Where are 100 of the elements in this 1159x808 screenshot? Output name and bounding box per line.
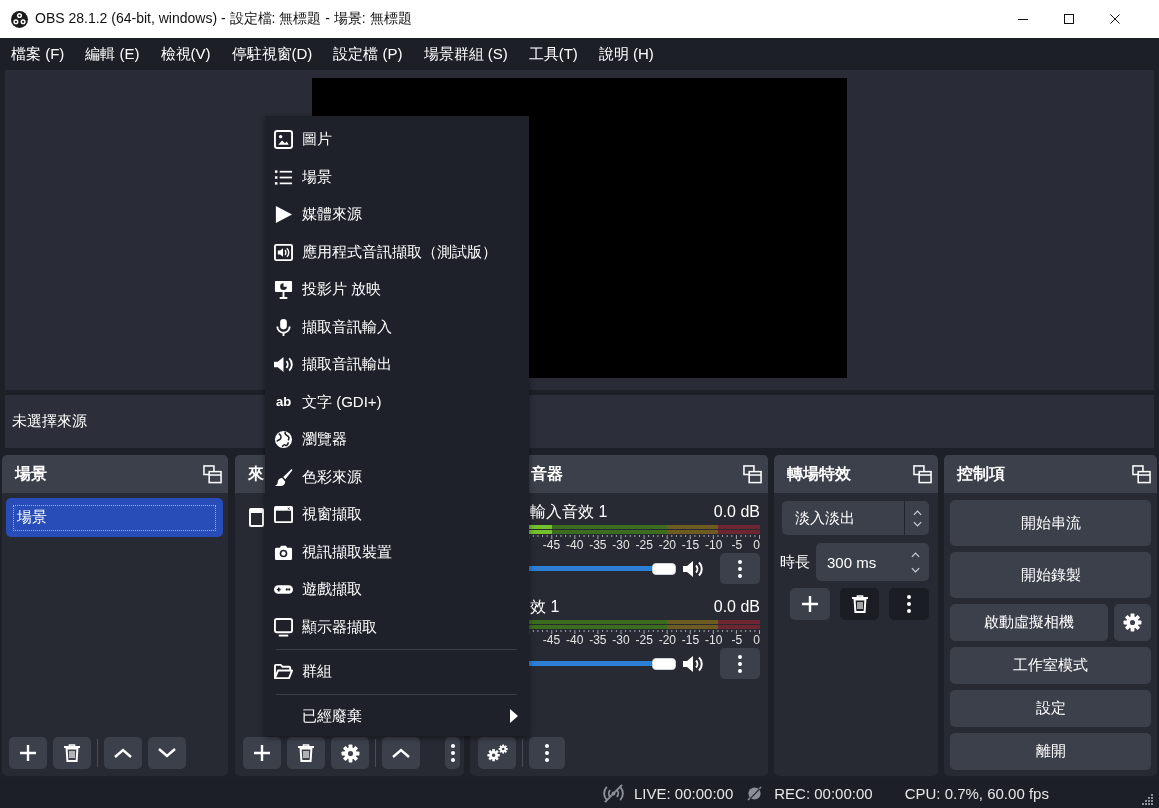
- dock-title: 來: [248, 463, 264, 484]
- dock-title: 控制項: [957, 463, 1006, 484]
- more-icon: [545, 744, 549, 762]
- remove-button[interactable]: [53, 737, 91, 769]
- menu-item[interactable]: 色彩來源: [265, 458, 529, 496]
- submenu-item[interactable]: 已經廢棄: [265, 697, 529, 735]
- app-logo-icon: [11, 10, 28, 28]
- menu-item[interactable]: 瀏覽器: [265, 421, 529, 459]
- transition-select[interactable]: 淡入淡出: [782, 501, 929, 535]
- control-button[interactable]: 啟動虛擬相機: [950, 604, 1108, 641]
- window-icon: [274, 505, 293, 525]
- channel-name: 效 1: [530, 596, 560, 617]
- menu-item[interactable]: 群組: [265, 653, 529, 691]
- add-button[interactable]: [790, 588, 830, 620]
- gear-icon: [340, 743, 360, 763]
- move-up-button[interactable]: [104, 737, 142, 769]
- add-button[interactable]: [243, 737, 281, 769]
- menu-item[interactable]: 視窗擷取: [265, 496, 529, 534]
- meter-scale-label: -5: [731, 634, 743, 647]
- menu-bar-item[interactable]: 檔案 (F): [1, 38, 75, 70]
- meter-scale-label: -15: [681, 634, 700, 647]
- menu-item[interactable]: 投影片 放映: [265, 271, 529, 309]
- meter-scale-label: -35: [589, 634, 607, 647]
- control-button[interactable]: 設定: [950, 690, 1151, 727]
- dock-title: 場景: [15, 463, 48, 484]
- control-button[interactable]: 離開: [950, 733, 1151, 770]
- menu-item[interactable]: 應用程式音訊擷取（測試版）: [265, 233, 529, 271]
- menu-item[interactable]: 圖片: [265, 121, 529, 159]
- volume-slider-thumb[interactable]: [652, 657, 676, 670]
- cpu-usage: CPU: 0.7%, 60.00 fps: [904, 784, 1049, 802]
- menu-bar-item[interactable]: 設定檔 (P): [323, 38, 413, 70]
- microphone-icon: [274, 317, 293, 337]
- control-button[interactable]: 開始錄製: [950, 552, 1151, 598]
- meter-scale-label: -20: [658, 539, 676, 552]
- move-down-button[interactable]: [148, 737, 186, 769]
- menu-item[interactable]: 顯示器擷取: [265, 608, 529, 646]
- settings-button[interactable]: [331, 737, 369, 769]
- menu-item[interactable]: ab 文字 (GDI+): [265, 383, 529, 421]
- more-button[interactable]: [529, 737, 565, 769]
- meter-scale-label: -10: [705, 539, 723, 552]
- menu-item[interactable]: 擷取音訊輸入: [265, 308, 529, 346]
- speaker-box-icon: [274, 242, 293, 262]
- trash-icon: [851, 595, 868, 613]
- trash-icon: [64, 744, 80, 762]
- volume-slider-thumb[interactable]: [652, 562, 676, 575]
- more-button[interactable]: [445, 737, 460, 769]
- more-icon: [738, 559, 742, 578]
- meter-scale-label: -40: [566, 634, 584, 647]
- settings-button[interactable]: [1114, 604, 1151, 641]
- meter-scale-label: -45: [542, 634, 561, 647]
- menu-item[interactable]: 遊戲擷取: [265, 571, 529, 609]
- more-button[interactable]: [720, 553, 760, 584]
- recording-off-icon: [747, 785, 763, 801]
- menu-bar-item[interactable]: 場景群組 (S): [413, 38, 518, 70]
- menu-bar-item[interactable]: 檢視(V): [150, 38, 221, 70]
- more-icon: [450, 744, 455, 762]
- advanced-settings-button[interactable]: [478, 737, 516, 769]
- meter-scale-label: 0: [753, 539, 760, 552]
- menu-item[interactable]: 媒體來源: [265, 196, 529, 234]
- duration-spinbox[interactable]: 300 ms: [816, 543, 929, 581]
- chevron-up-icon[interactable]: [910, 551, 920, 558]
- chevron-down-icon[interactable]: [910, 566, 920, 573]
- more-button[interactable]: [720, 648, 760, 679]
- add-button[interactable]: [9, 737, 47, 769]
- meter-scale-label: -30: [612, 634, 630, 647]
- menu-item[interactable]: 場景: [265, 158, 529, 196]
- window-icon: [249, 508, 264, 527]
- menu-bar-item[interactable]: 工具(T): [518, 38, 588, 70]
- menu-bar-item[interactable]: 說明 (H): [588, 38, 664, 70]
- plus-icon: [254, 745, 270, 761]
- brush-icon: [274, 467, 293, 487]
- play-icon: [274, 205, 293, 225]
- globe-icon: [274, 430, 293, 450]
- signal-off-icon: [601, 783, 626, 803]
- remove-button[interactable]: [287, 737, 325, 769]
- float-icon[interactable]: [1132, 464, 1151, 484]
- scene-list-item[interactable]: 場景: [6, 498, 223, 537]
- menu-bar-item[interactable]: 編輯 (E): [75, 38, 150, 70]
- meter-scale-label: -35: [589, 539, 607, 552]
- live-time: LIVE: 00:00:00: [634, 784, 734, 802]
- more-icon: [907, 595, 912, 613]
- menu-item[interactable]: 視訊擷取裝置: [265, 533, 529, 571]
- menu-bar-item[interactable]: 停駐視窗(D): [221, 38, 323, 70]
- meter-scale-label: -15: [681, 539, 700, 552]
- speaker-icon[interactable]: [683, 653, 703, 674]
- float-icon[interactable]: [743, 464, 762, 484]
- move-up-button[interactable]: [382, 737, 420, 769]
- monitor-icon: [274, 617, 293, 637]
- float-icon[interactable]: [913, 464, 932, 484]
- control-button[interactable]: 工作室模式: [950, 647, 1151, 684]
- speaker-icon[interactable]: [683, 558, 703, 579]
- chevron-down-icon: [158, 748, 176, 758]
- meter-scale-label: 0: [753, 634, 760, 647]
- float-icon[interactable]: [203, 464, 222, 484]
- menu-item[interactable]: 擷取音訊輸出: [265, 346, 529, 384]
- meter-scale-label: -45: [542, 539, 561, 552]
- presentation-board-icon: [274, 280, 293, 300]
- control-button[interactable]: 開始串流: [950, 500, 1151, 546]
- chevron-up-icon: [392, 748, 410, 758]
- resize-grip-icon[interactable]: [1142, 794, 1153, 805]
